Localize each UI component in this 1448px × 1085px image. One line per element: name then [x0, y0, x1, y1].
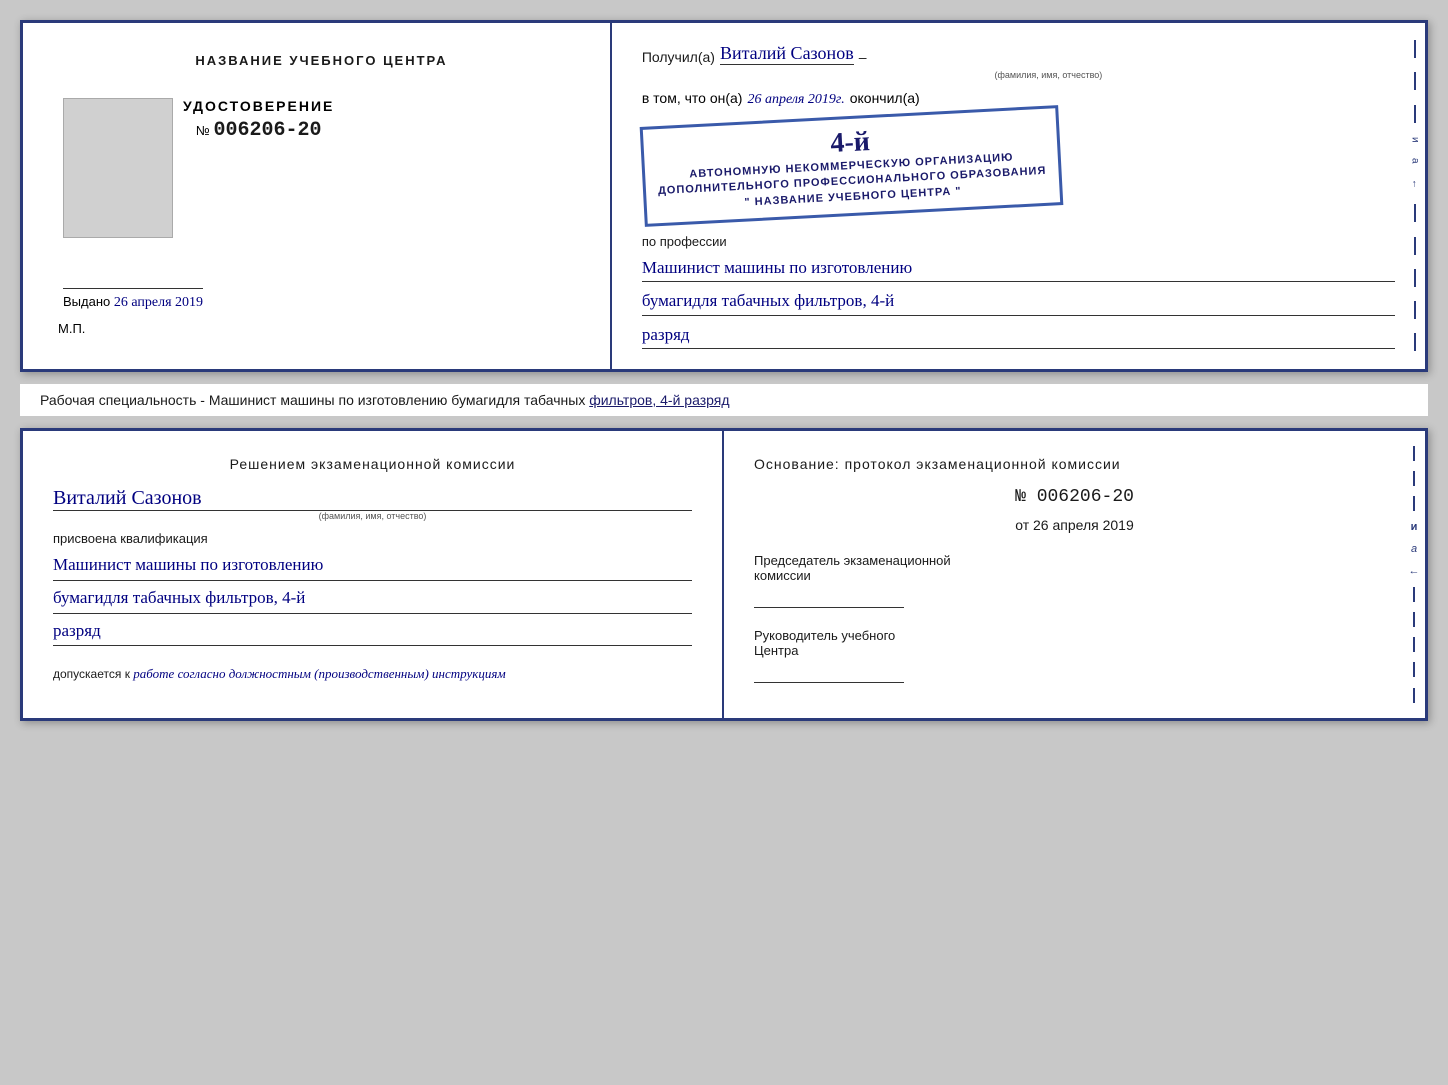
vtom-date: 26 апреля 2019г.	[747, 92, 844, 108]
received-line: Получил(а) Виталий Сазонов –	[642, 43, 1395, 65]
cert-number: 006206-20	[213, 119, 321, 142]
deco-line-4	[1414, 204, 1416, 222]
bottom-left-title: Решением экзаменационной комиссии	[53, 456, 692, 472]
rukovoditel-sig-line	[754, 663, 904, 683]
vtom-label: в том, что он(а)	[642, 90, 743, 106]
dopuskaetsya-prefix: допускается к	[53, 667, 130, 681]
number-prefix: № 006206-20	[183, 119, 334, 142]
cert-right-panel: Получил(а) Виталий Сазонов – (фамилия, и…	[612, 23, 1425, 369]
rdeco-dash-2	[1413, 471, 1415, 486]
deco-text-a: а	[1409, 158, 1420, 165]
rukovoditel-block: Руководитель учебного Центра	[754, 628, 1395, 683]
profession-line2: бумагидля табачных фильтров, 4-й	[642, 287, 1395, 315]
rdeco-dash-4	[1413, 587, 1415, 602]
bottom-booklet: Решением экзаменационной комиссии Витали…	[20, 428, 1428, 721]
cert-left-panel: НАЗВАНИЕ УЧЕБНОГО ЦЕНТРА УДОСТОВЕРЕНИЕ №…	[23, 23, 612, 369]
deco-line-6	[1414, 269, 1416, 287]
po-professii-label: по профессии	[642, 234, 1395, 249]
udostoverenie-label: УДОСТОВЕРЕНИЕ	[183, 98, 334, 114]
bottom-right-side-decoration: и а ←	[1403, 431, 1425, 718]
middle-strip-text-prefix: Рабочая специальность - Машинист машины …	[40, 392, 585, 408]
name-block: Виталий Сазонов (фамилия, имя, отчество)	[53, 487, 692, 521]
poluchil-label: Получил(а)	[642, 49, 715, 65]
rdeco-dash-5	[1413, 612, 1415, 627]
qual-line3: разряд	[53, 617, 692, 647]
bottom-left-panel: Решением экзаменационной комиссии Витали…	[23, 431, 724, 718]
deco-line-5	[1414, 237, 1416, 255]
rdeco-dash-7	[1413, 662, 1415, 677]
rdeco-a: а	[1411, 543, 1417, 555]
deco-line-8	[1414, 333, 1416, 351]
date-line: от 26 апреля 2019	[754, 517, 1395, 533]
predsedatel-block: Председатель экзаменационной комиссии	[754, 553, 1395, 608]
rdeco-dash-6	[1413, 637, 1415, 652]
deco-line-1	[1414, 40, 1416, 58]
fio-sublabel: (фамилия, имя, отчество)	[702, 70, 1395, 80]
rdeco-dash-1	[1413, 446, 1415, 461]
stamp-box: 4-й АВТОНОМНУЮ НЕКОММЕРЧЕСКУЮ ОРГАНИЗАЦИ…	[639, 105, 1062, 227]
profession-line3: разряд	[642, 321, 1395, 349]
mp-label: М.П.	[58, 321, 85, 336]
right-side-decoration: и а ←	[1405, 23, 1425, 369]
rdeco-dash-3	[1413, 496, 1415, 511]
cert-udostoverenie: УДОСТОВЕРЕНИЕ № 006206-20	[183, 98, 334, 258]
cert-school-title: НАЗВАНИЕ УЧЕБНОГО ЦЕНТРА	[195, 53, 447, 68]
predsedatel-label: Председатель экзаменационной комиссии	[754, 553, 1395, 583]
ot-date: 26 апреля 2019	[1033, 517, 1134, 533]
qual-line1: Машинист машины по изготовлению	[53, 551, 692, 581]
vtom-line: в том, что он(а) 26 апреля 2019г. окончи…	[642, 90, 1395, 108]
dopuskaetsya-text: работе согласно должностным (производств…	[133, 666, 505, 681]
dopuskaetsya-block: допускается к работе согласно должностны…	[53, 666, 692, 682]
qual-line2: бумагидля табачных фильтров, 4-й	[53, 584, 692, 614]
middle-strip: Рабочая специальность - Машинист машины …	[20, 384, 1428, 416]
okonchil-label: окончил(а)	[850, 90, 920, 106]
deco-line-3	[1414, 105, 1416, 123]
bottom-fio-sublabel: (фамилия, имя, отчество)	[53, 511, 692, 521]
rdeco-dash-8	[1413, 688, 1415, 703]
cert-issued-line: Выдано 26 апреля 2019	[63, 288, 203, 311]
rdeco-arrow: ←	[1409, 565, 1420, 577]
rdeco-i: и	[1411, 521, 1418, 533]
bottom-right-panel: Основание: протокол экзаменационной коми…	[724, 431, 1425, 718]
protocol-number-block: № 006206-20	[754, 487, 1395, 507]
bottom-name: Виталий Сазонов	[53, 487, 692, 511]
poluchil-name: Виталий Сазонов	[720, 43, 854, 65]
deco-text-arrow: ←	[1409, 179, 1420, 190]
profession-line1: Машинист машины по изготовлению	[642, 254, 1395, 282]
deco-line-7	[1414, 301, 1416, 319]
vydano-date: 26 апреля 2019	[114, 295, 203, 310]
predsedatel-sig-line	[754, 588, 904, 608]
photo-placeholder	[63, 98, 173, 238]
vydano-label: Выдано	[63, 294, 110, 309]
osnovaniye-title: Основание: протокол экзаменационной коми…	[754, 456, 1395, 472]
protocol-number: 006206-20	[1037, 487, 1134, 507]
deco-text-i: и	[1409, 137, 1420, 144]
deco-line-2	[1414, 72, 1416, 90]
page-wrapper: НАЗВАНИЕ УЧЕБНОГО ЦЕНТРА УДОСТОВЕРЕНИЕ №…	[20, 20, 1428, 721]
middle-strip-text-underlined: фильтров, 4-й разряд	[589, 392, 729, 408]
prisvoena-label: присвоена квалификация	[53, 531, 692, 546]
rukovoditel-label: Руководитель учебного Центра	[754, 628, 1395, 658]
top-certificate-booklet: НАЗВАНИЕ УЧЕБНОГО ЦЕНТРА УДОСТОВЕРЕНИЕ №…	[20, 20, 1428, 372]
